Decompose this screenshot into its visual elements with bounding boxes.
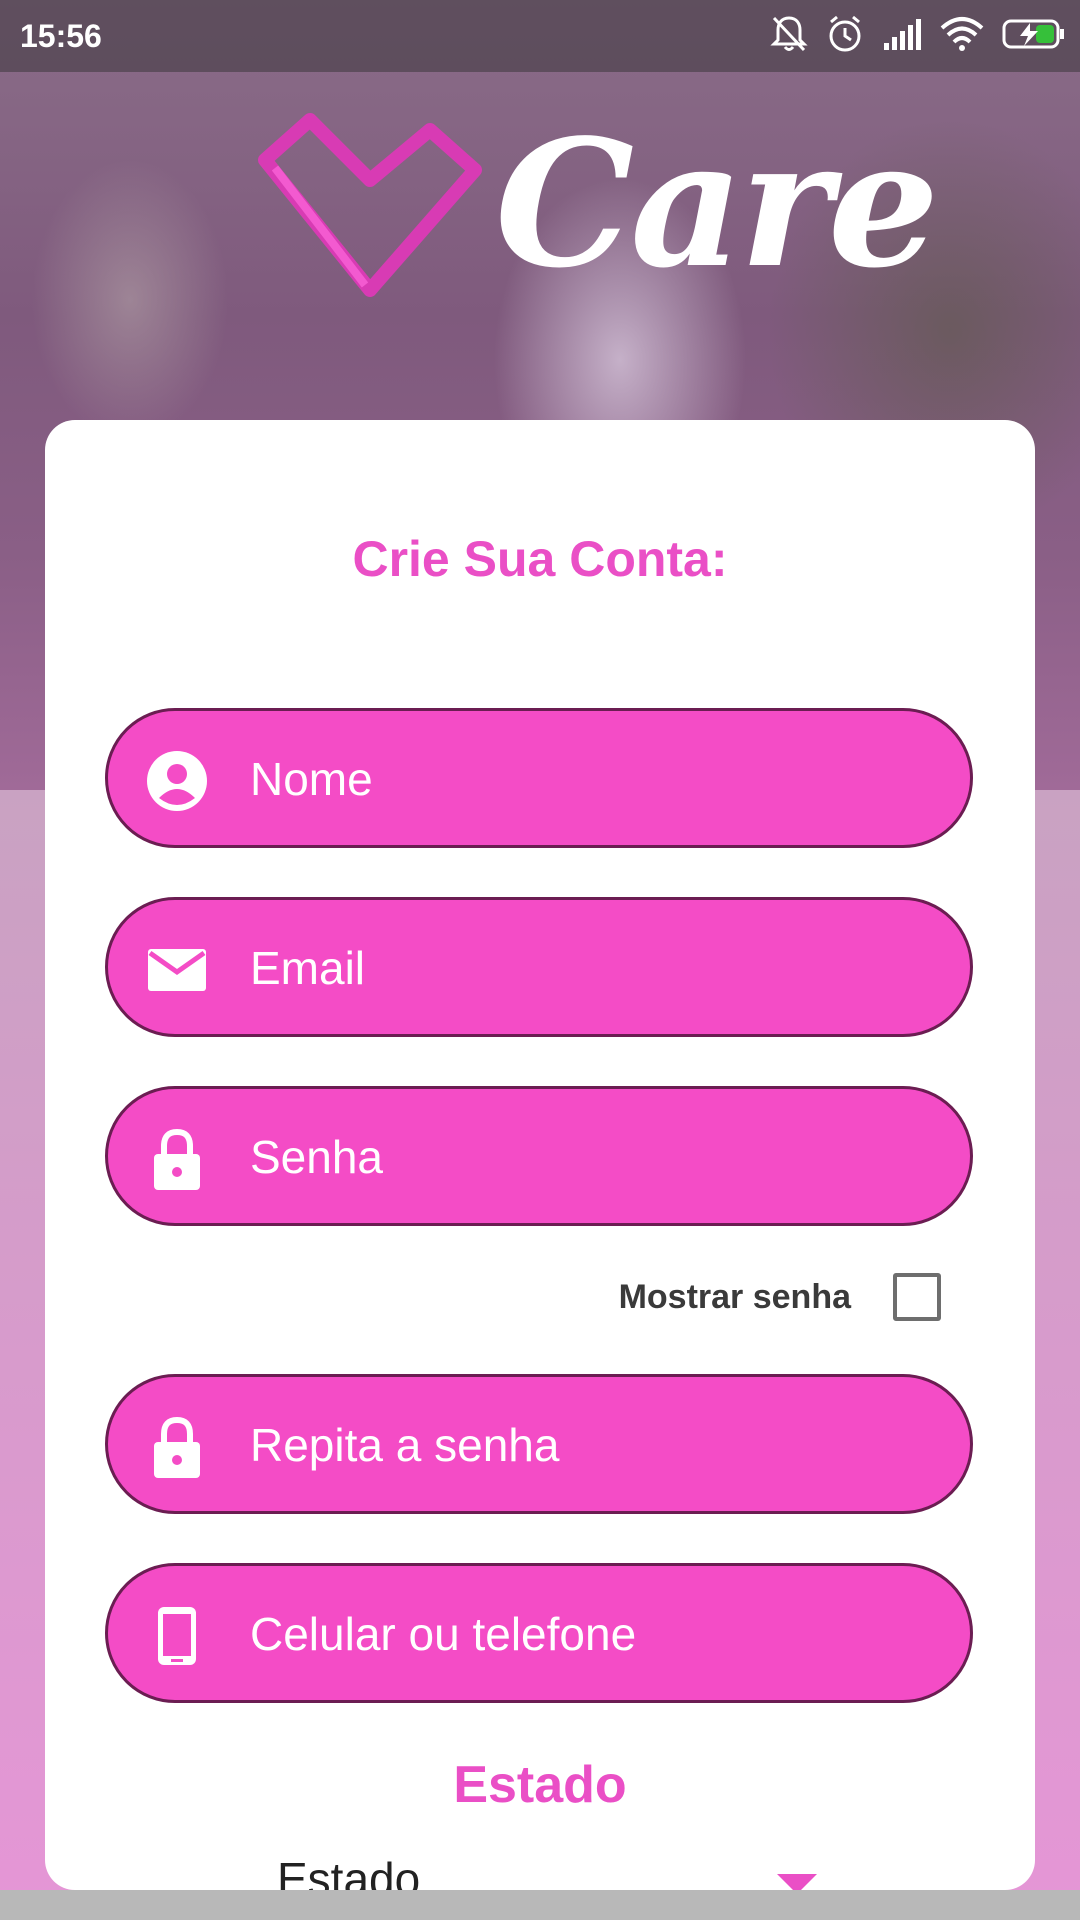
navigation-bar bbox=[0, 1890, 1080, 1920]
heart-icon bbox=[258, 113, 482, 297]
repeat-password-input[interactable] bbox=[248, 1377, 952, 1513]
user-circle-icon bbox=[147, 751, 207, 811]
alarm-icon bbox=[829, 15, 861, 52]
estado-selected-value: Estado bbox=[277, 1853, 421, 1892]
wifi-icon bbox=[940, 17, 984, 51]
estado-dropdown[interactable]: Estado bbox=[277, 1852, 817, 1892]
status-time: 15:56 bbox=[20, 18, 102, 54]
signup-card: Crie Sua Conta: Mostrar senha bbox=[45, 420, 1035, 1892]
form-title: Crie Sua Conta: bbox=[352, 531, 728, 587]
phone-field[interactable] bbox=[105, 1563, 973, 1703]
muted-bell-icon bbox=[770, 16, 808, 52]
name-field[interactable] bbox=[105, 708, 973, 848]
signal-icon bbox=[884, 19, 921, 50]
lock-icon bbox=[154, 1416, 200, 1478]
status-bar: 15:56 bbox=[0, 0, 1080, 72]
password-field[interactable] bbox=[105, 1086, 973, 1226]
envelope-icon bbox=[148, 949, 206, 991]
status-icons bbox=[770, 14, 1066, 54]
phone-icon bbox=[158, 1607, 196, 1665]
battery-charging-icon bbox=[1002, 19, 1064, 49]
lock-icon bbox=[154, 1128, 200, 1190]
estado-heading: Estado bbox=[453, 1756, 627, 1814]
show-password-row[interactable]: Mostrar senha bbox=[619, 1273, 941, 1321]
show-password-checkbox[interactable] bbox=[893, 1273, 941, 1321]
password-input[interactable] bbox=[248, 1089, 952, 1225]
name-input[interactable] bbox=[248, 711, 952, 847]
app-logo: Care bbox=[255, 110, 939, 310]
show-password-label: Mostrar senha bbox=[618, 1277, 851, 1316]
phone-input[interactable] bbox=[248, 1566, 952, 1702]
brand-name: Care bbox=[495, 102, 939, 307]
email-field[interactable] bbox=[105, 897, 973, 1037]
email-input[interactable] bbox=[248, 900, 952, 1036]
repeat-password-field[interactable] bbox=[105, 1374, 973, 1514]
